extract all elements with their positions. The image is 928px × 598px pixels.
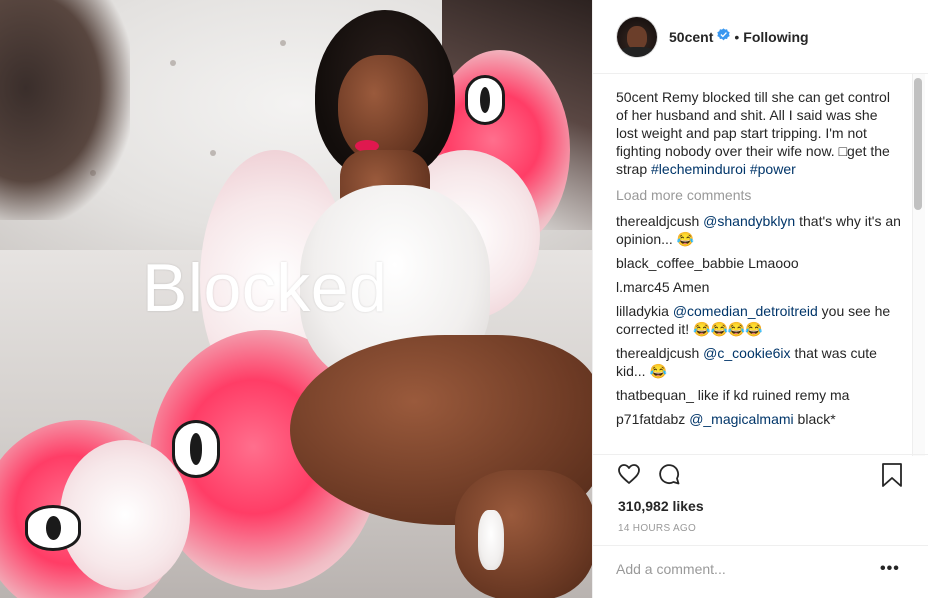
comment-text: Lmaooo bbox=[748, 255, 799, 271]
comment: therealdjcush @c_cookie6ix that was cute… bbox=[616, 344, 902, 380]
shadow-figure bbox=[0, 0, 130, 220]
likes-count[interactable]: 310,982 likes bbox=[618, 498, 704, 514]
comment-text: Amen bbox=[672, 279, 710, 295]
comment-username[interactable]: l.marc45 bbox=[616, 279, 670, 295]
fur-eye-pattern bbox=[172, 420, 220, 478]
comment-username[interactable]: lilladykia bbox=[616, 303, 669, 319]
avatar[interactable] bbox=[617, 16, 657, 57]
separator-dot: • bbox=[734, 28, 740, 45]
bookmark-icon[interactable] bbox=[881, 462, 903, 493]
verified-badge-icon bbox=[717, 27, 731, 46]
comment-mention[interactable]: @_magicalmami bbox=[689, 411, 793, 427]
section-divider bbox=[593, 454, 928, 455]
fur-eye-pattern bbox=[465, 75, 505, 125]
comment-divider bbox=[593, 545, 928, 546]
hashtag-link[interactable]: #lecheminduroi bbox=[651, 161, 746, 177]
hashtag-link[interactable]: #power bbox=[750, 161, 796, 177]
caption: 50cent Remy blocked till she can get con… bbox=[616, 88, 902, 178]
following-button[interactable]: Following bbox=[743, 29, 808, 45]
garter bbox=[478, 510, 504, 570]
post-header: 50cent • Following bbox=[593, 0, 928, 74]
load-more-comments[interactable]: Load more comments bbox=[616, 186, 902, 204]
comment-username[interactable]: therealdjcush bbox=[616, 345, 699, 361]
comment-text: like if kd ruined remy ma bbox=[697, 387, 850, 403]
avatar-face bbox=[627, 25, 647, 50]
avatar-shirt bbox=[619, 46, 655, 57]
post-image[interactable]: Blocked bbox=[0, 0, 592, 598]
overlay-blocked-text: Blocked bbox=[142, 250, 388, 326]
add-comment-input[interactable] bbox=[616, 561, 866, 577]
post-timestamp[interactable]: 14 HOURS AGO bbox=[618, 523, 696, 534]
comment-mention[interactable]: @shandybklyn bbox=[703, 213, 795, 229]
leg-lower bbox=[455, 470, 592, 598]
fur-eye-pattern bbox=[25, 505, 81, 551]
comment-username[interactable]: therealdjcush bbox=[616, 213, 699, 229]
header-username[interactable]: 50cent bbox=[669, 29, 713, 45]
comment: therealdjcush @shandybklyn that's why it… bbox=[616, 212, 902, 248]
caption-username[interactable]: 50cent bbox=[616, 89, 658, 105]
post-actions bbox=[609, 462, 919, 492]
comment-username[interactable]: black_coffee_babbie bbox=[616, 255, 744, 271]
comment-mention[interactable]: @c_cookie6ix bbox=[703, 345, 790, 361]
heart-icon[interactable] bbox=[617, 462, 641, 491]
comments-list: 50cent Remy blocked till she can get con… bbox=[616, 88, 902, 456]
comment: p71fatdabz @_magicalmami black* bbox=[616, 410, 902, 428]
comment-icon[interactable] bbox=[657, 462, 681, 491]
face bbox=[338, 55, 428, 165]
sofa-tuft bbox=[210, 150, 216, 156]
sofa-tuft bbox=[170, 60, 176, 66]
comment: thatbequan_ like if kd ruined remy ma bbox=[616, 386, 902, 404]
comment: lilladykia @comedian_detroitreid you see… bbox=[616, 302, 902, 338]
sofa-tuft bbox=[280, 40, 286, 46]
instagram-post-view: Blocked 50cent • Following 50cent Remy b… bbox=[0, 0, 928, 598]
comments-scrollbar-thumb[interactable] bbox=[914, 78, 922, 210]
comment: l.marc45 Amen bbox=[616, 278, 902, 296]
comment-text: black* bbox=[797, 411, 836, 427]
comment: black_coffee_babbie Lmaooo bbox=[616, 254, 902, 272]
comment-mention[interactable]: @comedian_detroitreid bbox=[673, 303, 818, 319]
white-fur-bottom bbox=[60, 440, 190, 590]
more-options-button[interactable]: ••• bbox=[880, 560, 900, 578]
comment-username[interactable]: thatbequan_ bbox=[616, 387, 694, 403]
comment-username[interactable]: p71fatdabz bbox=[616, 411, 685, 427]
